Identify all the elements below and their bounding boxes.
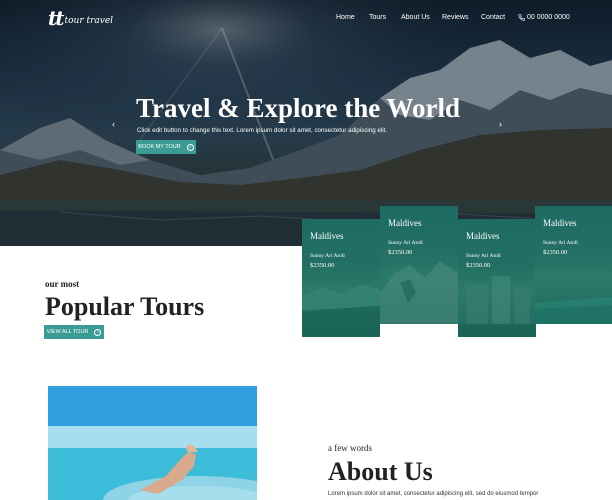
phone-number: 00 0000 0000 xyxy=(527,14,570,21)
hero-subtitle: Click edit button to change this text. L… xyxy=(137,127,388,134)
tour-card-location: Sunny Ari Atoll xyxy=(466,253,501,259)
nav-tours[interactable]: Tours xyxy=(369,14,386,21)
tour-card-title: Maldives xyxy=(310,231,344,241)
tour-card-title: Maldives xyxy=(388,218,422,228)
slider-prev-arrow[interactable]: ‹ xyxy=(112,119,115,129)
view-all-tour-button[interactable]: VIEW ALL TOUR › xyxy=(44,325,104,339)
popular-tours-title: Popular Tours xyxy=(45,292,205,321)
book-my-tour-button[interactable]: BOOK MY TOUR › xyxy=(136,140,196,154)
hero-title: Travel & Explore the World xyxy=(136,93,460,123)
nav-contact[interactable]: Contact xyxy=(481,14,521,21)
view-all-tour-label: VIEW ALL TOUR xyxy=(46,329,89,335)
tour-card-1[interactable]: Maldives Sunny Ari Atoll $2350.00 xyxy=(302,219,380,337)
tour-card-image xyxy=(458,276,536,337)
arrow-circle-icon: › xyxy=(94,328,102,336)
tour-card-location: Sunny Ari Atoll xyxy=(543,240,578,246)
about-image xyxy=(48,386,257,500)
beach-photo xyxy=(48,386,257,500)
logo-name: tour travel xyxy=(64,16,114,26)
tour-card-price: $2350.00 xyxy=(466,262,491,269)
about-kicker: a few words xyxy=(328,443,372,453)
about-us-title: About Us xyxy=(328,457,433,486)
nav-about-us[interactable]: About Us xyxy=(401,14,441,21)
tour-card-title: Maldives xyxy=(466,231,500,241)
tour-card-price: $2350.00 xyxy=(310,262,335,269)
tour-card-image xyxy=(380,261,458,324)
hero-section: tt tour travel Home Tours About Us Revie… xyxy=(0,0,612,246)
about-text: Lorem ipsum dolor sit amet, consectetur … xyxy=(328,491,539,497)
nav-reviews[interactable]: Reviews xyxy=(442,14,482,21)
book-my-tour-label: BOOK MY TOUR xyxy=(138,144,181,150)
nav-home[interactable]: Home xyxy=(336,14,355,21)
tour-card-3[interactable]: Maldives Sunny Ari Atoll $2350.00 xyxy=(458,219,536,337)
tour-card-2[interactable]: Maldives Sunny Ari Atoll $2350.00 xyxy=(380,206,458,324)
tour-card-title: Maldives xyxy=(543,218,577,228)
tour-card-price: $2350.00 xyxy=(543,249,568,256)
tour-card-image xyxy=(535,297,612,324)
tour-card-location: Sunny Ari Atoll xyxy=(310,253,345,259)
tour-card-price: $2350.00 xyxy=(388,249,413,256)
logo-mark: tt xyxy=(48,6,65,30)
tour-card-location: Sunny Ari Atoll xyxy=(388,240,423,246)
tour-card-image xyxy=(302,284,380,337)
phone-icon xyxy=(518,14,525,21)
tour-card-4[interactable]: Maldives Sunny Ari Atoll $2350.00 xyxy=(535,206,612,324)
brand-logo[interactable]: tt tour travel xyxy=(48,8,113,28)
top-navbar: tt tour travel Home Tours About Us Revie… xyxy=(0,0,612,36)
phone-link[interactable]: 00 0000 0000 xyxy=(518,14,570,21)
slider-next-arrow[interactable]: › xyxy=(499,119,502,129)
popular-kicker: our most xyxy=(45,279,80,289)
arrow-circle-icon: › xyxy=(186,143,194,151)
